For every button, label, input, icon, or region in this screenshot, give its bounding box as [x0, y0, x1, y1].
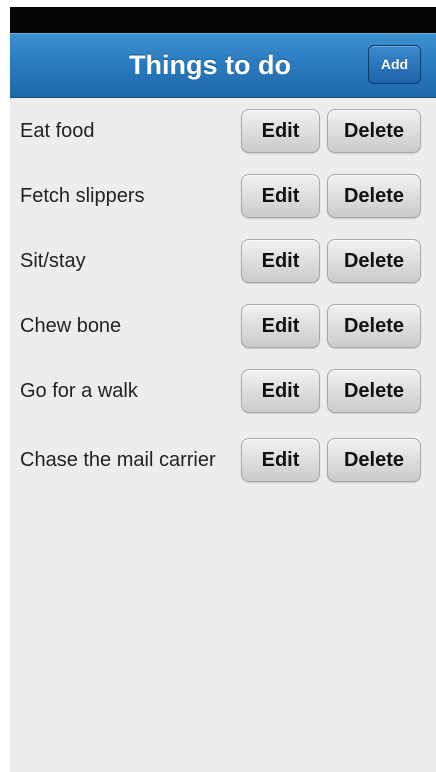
todo-row: Chew bone Edit Delete	[10, 293, 436, 358]
delete-button[interactable]: Delete	[327, 108, 421, 153]
todo-row: Sit/stay Edit Delete	[10, 228, 436, 293]
todo-label: Chase the mail carrier	[20, 449, 216, 471]
todo-list: Eat food Edit Delete Fetch slippers Edit…	[10, 98, 436, 497]
edit-button[interactable]: Edit	[241, 303, 320, 348]
delete-button[interactable]: Delete	[327, 303, 421, 348]
page-title: Things to do	[129, 50, 291, 80]
status-bar	[10, 7, 436, 33]
delete-button[interactable]: Delete	[327, 238, 421, 283]
todo-label: Chew bone	[20, 314, 122, 337]
delete-button[interactable]: Delete	[327, 173, 421, 218]
edit-button[interactable]: Edit	[241, 368, 320, 413]
edit-button[interactable]: Edit	[241, 108, 320, 153]
todo-label: Eat food	[20, 119, 95, 142]
add-button[interactable]: Add	[368, 45, 421, 84]
todo-row: Chase the mail carrier Edit Delete	[10, 423, 436, 497]
edit-button[interactable]: Edit	[241, 238, 320, 283]
navigation-bar: Things to do Add	[10, 33, 436, 98]
todo-label: Sit/stay	[20, 249, 86, 272]
edit-button[interactable]: Edit	[241, 173, 320, 218]
app-screen: Things to do Add Eat food Edit Delete Fe…	[10, 7, 436, 772]
todo-row: Go for a walk Edit Delete	[10, 358, 436, 423]
todo-row: Fetch slippers Edit Delete	[10, 163, 436, 228]
todo-label: Fetch slippers	[20, 184, 145, 207]
edit-button[interactable]: Edit	[241, 438, 320, 482]
todo-row: Eat food Edit Delete	[10, 98, 436, 163]
delete-button[interactable]: Delete	[327, 438, 421, 482]
delete-button[interactable]: Delete	[327, 368, 421, 413]
todo-label: Go for a walk	[20, 379, 138, 402]
phone-frame: Things to do Add Eat food Edit Delete Fe…	[0, 0, 436, 772]
